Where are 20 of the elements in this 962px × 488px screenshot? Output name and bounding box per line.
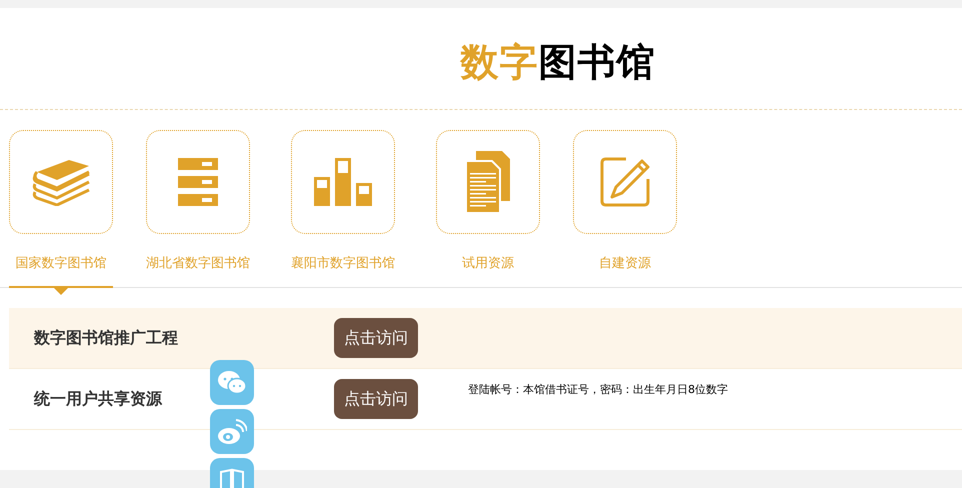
resource-name: 数字图书馆推广工程 (32, 328, 179, 348)
chat-bubbles-icon (217, 370, 247, 396)
login-note: 登陆帐号：本馆借书证号，密码：出生年月日8位数字 (468, 382, 728, 397)
weibo-button[interactable] (210, 409, 254, 454)
visit-button[interactable]: 点击访问 (334, 379, 418, 419)
category-tab[interactable]: 湖北省数字图书馆 (146, 130, 250, 287)
eye-waves-icon (217, 418, 247, 444)
category-tab[interactable]: 自建资源 (573, 130, 677, 287)
bar-chart-icon (314, 158, 372, 206)
documents-icon (466, 151, 510, 213)
open-book-icon (219, 468, 245, 488)
drawers-icon (178, 158, 218, 206)
edit-icon (600, 157, 650, 207)
wechat-button[interactable] (210, 360, 254, 405)
books-icon (31, 158, 91, 206)
category-tab[interactable]: 襄阳市数字图书馆 (291, 130, 395, 287)
page-title: 数字图书馆 (460, 39, 656, 86)
resource-name: 统一用户共享资源 (32, 388, 164, 410)
category-tab[interactable]: 试用资源 (436, 130, 540, 287)
visit-button[interactable]: 点击访问 (334, 318, 418, 358)
